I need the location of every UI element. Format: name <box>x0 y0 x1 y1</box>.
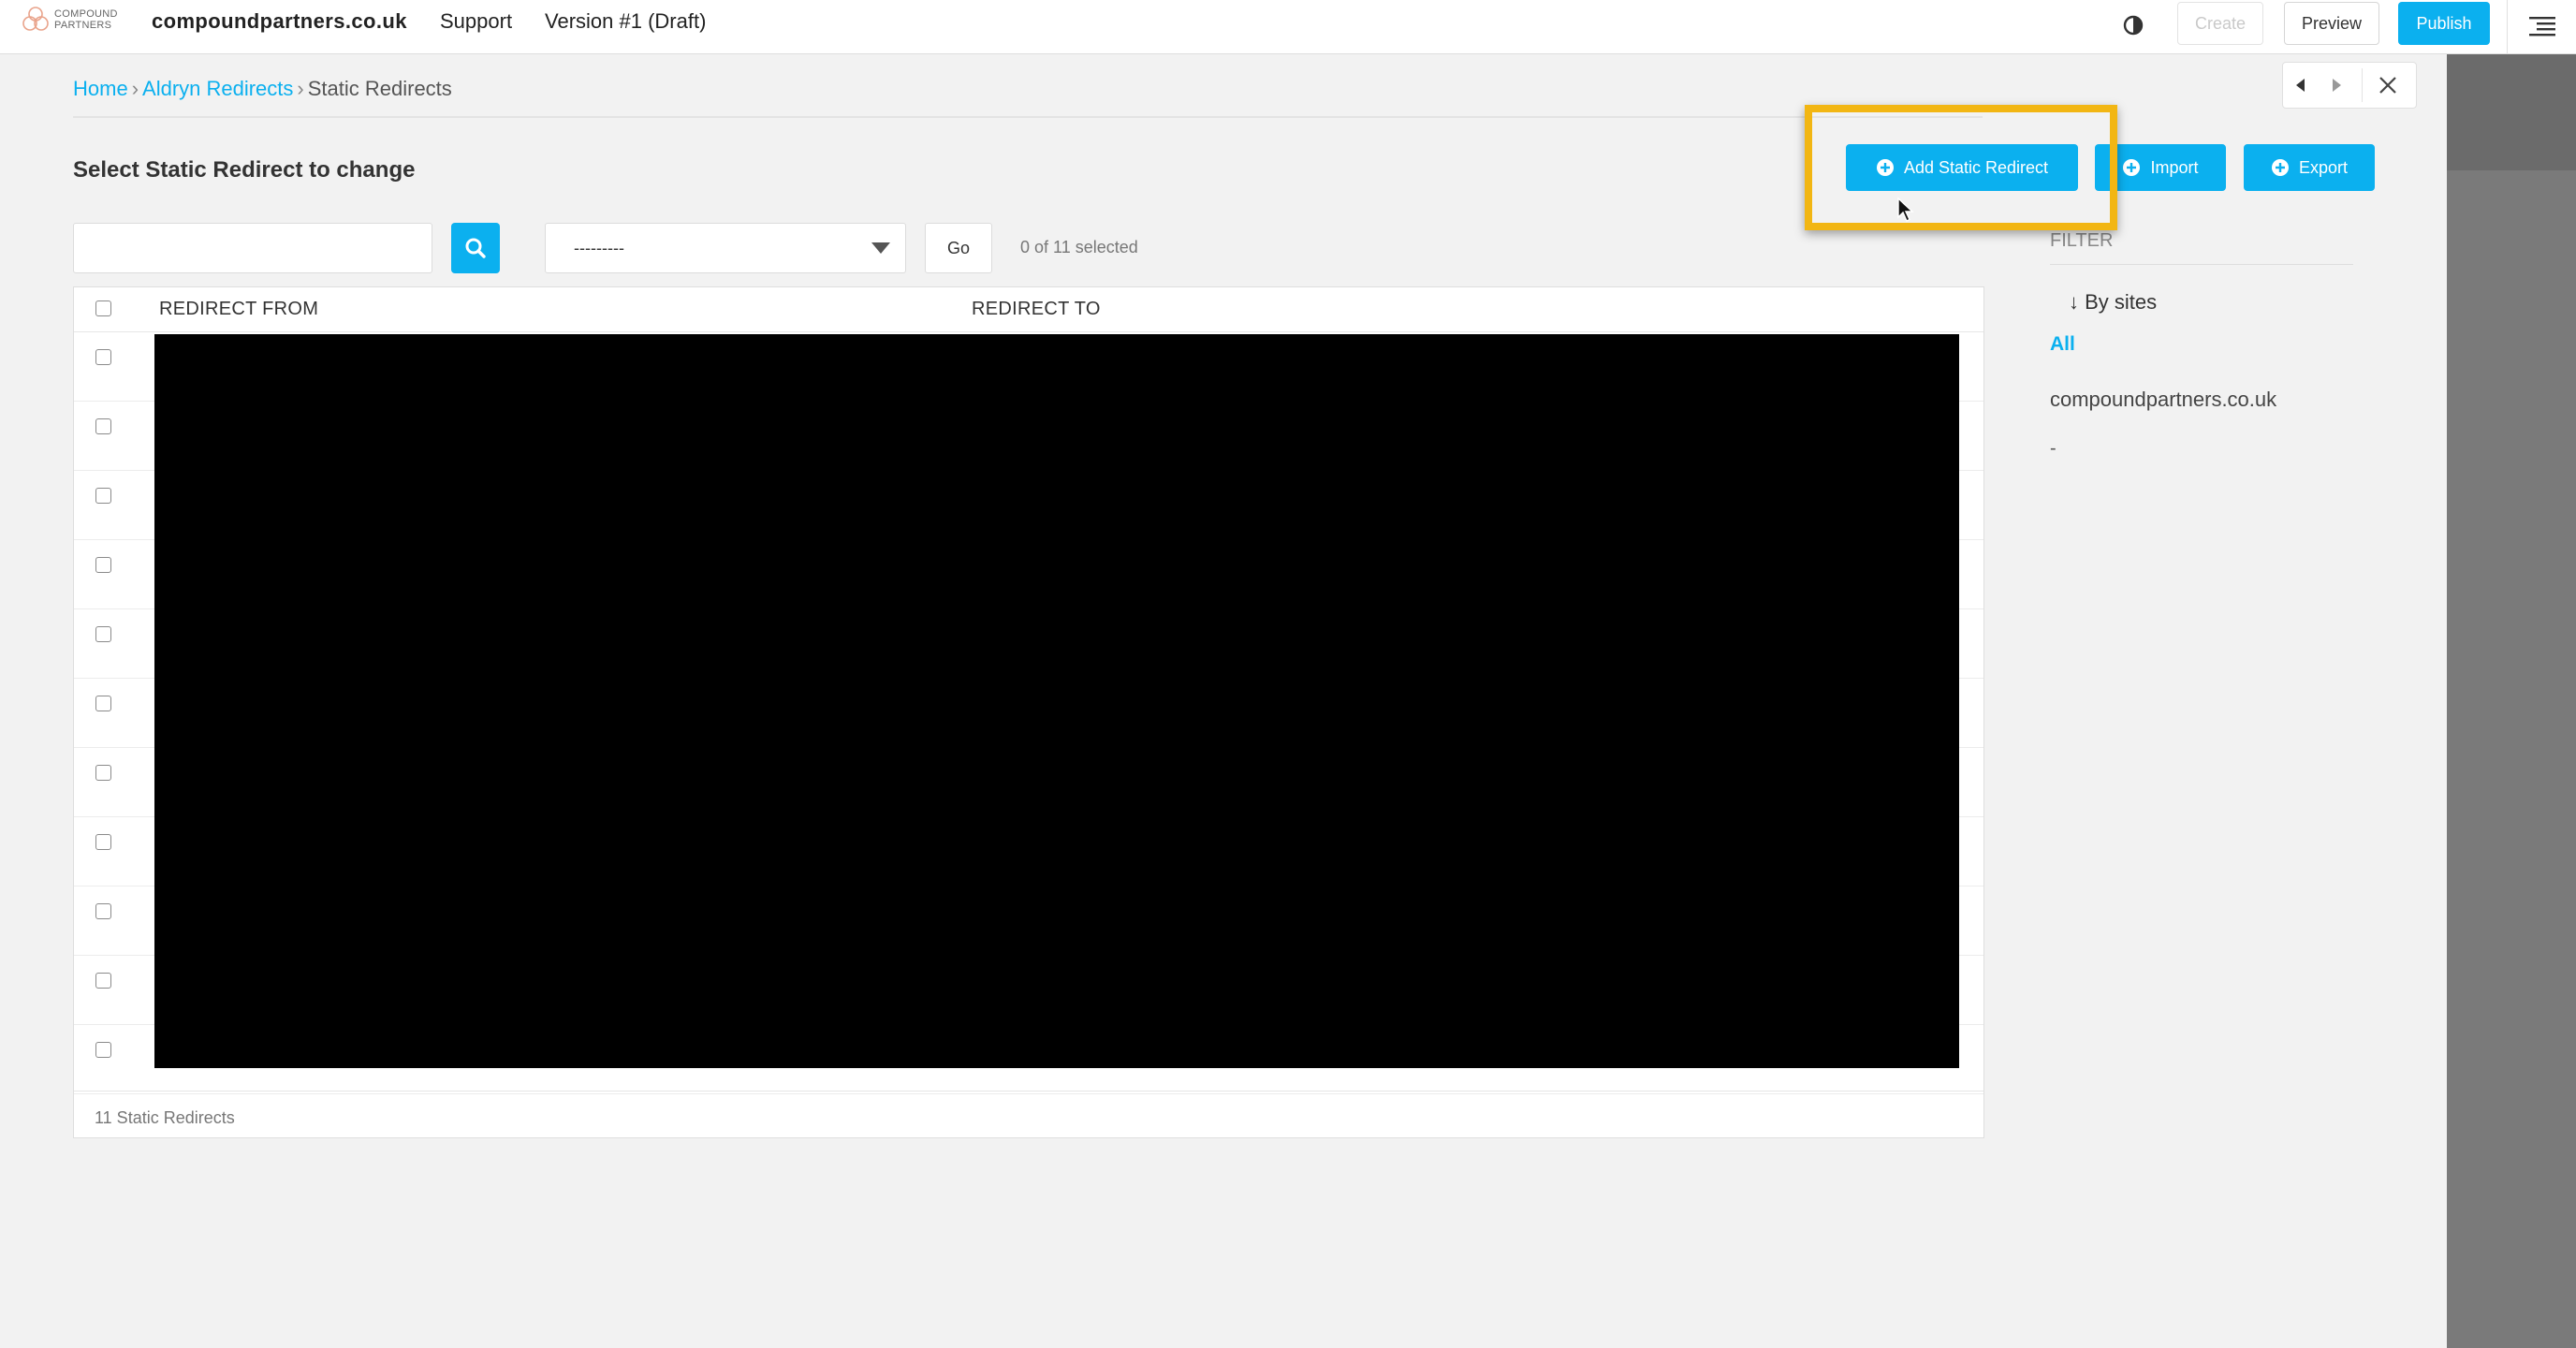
sideframe-overlay <box>2447 54 2576 1348</box>
row-checkbox[interactable] <box>95 349 111 365</box>
site-logo[interactable]: COMPOUND PARTNERS <box>21 4 122 36</box>
filter-option-site[interactable]: compoundpartners.co.uk <box>2050 388 2276 412</box>
result-count: 11 Static Redirects <box>95 1108 235 1127</box>
breadcrumb: Home › Aldryn Redirects › Static Redirects <box>73 77 452 101</box>
action-select[interactable]: --------- <box>545 223 906 273</box>
arrow-left-icon[interactable] <box>2283 63 2319 108</box>
filter-option-all[interactable]: All <box>2050 333 2075 356</box>
row-checkbox[interactable] <box>95 626 111 642</box>
logo-rings-icon <box>22 7 49 31</box>
panel-controls-divider <box>2362 68 2363 102</box>
page-title: Select Static Redirect to change <box>73 157 416 183</box>
preview-button[interactable]: Preview <box>2284 2 2379 45</box>
plus-circle-icon <box>2123 159 2141 176</box>
table-header: REDIRECT FROM REDIRECT TO <box>74 287 1983 332</box>
filter-by-sites-heading: ↓ By sites <box>2069 290 2158 314</box>
action-select-value: --------- <box>574 238 624 257</box>
filter-option-none[interactable]: - <box>2050 438 2056 460</box>
add-static-redirect-label: Add Static Redirect <box>1903 157 2049 177</box>
breadcrumb-divider <box>73 116 1983 118</box>
close-icon[interactable] <box>2370 63 2406 108</box>
structure-menu-icon[interactable] <box>2527 11 2559 41</box>
row-checkbox[interactable] <box>95 973 111 989</box>
go-button[interactable]: Go <box>925 223 992 273</box>
redacted-content-block <box>154 334 1959 1068</box>
logo-line-2: PARTNERS <box>54 20 112 31</box>
mouse-cursor-icon <box>1897 197 1914 222</box>
column-header-redirect-to[interactable]: REDIRECT TO <box>972 299 1101 320</box>
search-icon <box>465 238 486 258</box>
row-checkbox[interactable] <box>95 557 111 573</box>
filter-title: FILTER <box>2050 230 2114 251</box>
logo-text: COMPOUND PARTNERS <box>54 8 118 31</box>
export-label: Export <box>2298 157 2349 177</box>
breadcrumb-current: Static Redirects <box>307 77 452 100</box>
publish-button[interactable]: Publish <box>2398 2 2490 45</box>
arrow-right-icon[interactable] <box>2319 63 2354 108</box>
cms-toolbar: COMPOUND PARTNERS compoundpartners.co.uk… <box>0 0 2576 54</box>
row-checkbox[interactable] <box>95 488 111 504</box>
toolbar-site-name[interactable]: compoundpartners.co.uk <box>152 9 407 34</box>
breadcrumb-home[interactable]: Home <box>73 77 128 100</box>
import-button[interactable]: Import <box>2095 144 2226 191</box>
logo-line-1: COMPOUND <box>54 8 118 20</box>
sideframe-overlay-top <box>2447 54 2576 170</box>
import-label: Import <box>2150 157 2199 177</box>
breadcrumb-separator: › <box>131 77 139 100</box>
add-static-redirect-button[interactable]: Add Static Redirect <box>1846 144 2078 191</box>
row-checkbox[interactable] <box>95 1042 111 1058</box>
chevron-down-icon <box>871 242 890 254</box>
column-header-redirect-from[interactable]: REDIRECT FROM <box>159 299 318 320</box>
toolbar-version-link[interactable]: Version #1 (Draft) <box>545 9 706 34</box>
row-checkbox[interactable] <box>95 418 111 434</box>
panel-controls <box>2282 62 2417 109</box>
row-checkbox[interactable] <box>95 696 111 711</box>
export-button[interactable]: Export <box>2244 144 2375 191</box>
plus-circle-icon <box>2271 159 2289 176</box>
toolbar-support-link[interactable]: Support <box>440 9 512 34</box>
row-checkbox[interactable] <box>95 765 111 781</box>
breadcrumb-separator: › <box>297 77 304 100</box>
select-all-checkbox[interactable] <box>95 300 111 316</box>
filter-divider <box>2050 264 2353 265</box>
row-checkbox[interactable] <box>95 834 111 850</box>
table-footer: 11 Static Redirects <box>74 1091 1983 1137</box>
toolbar-divider <box>2507 0 2508 54</box>
plus-circle-icon <box>1876 159 1894 176</box>
contrast-icon[interactable] <box>2120 12 2146 38</box>
selection-counter: 0 of 11 selected <box>1020 238 1138 256</box>
search-input[interactable] <box>73 223 432 273</box>
create-button[interactable]: Create <box>2177 2 2263 45</box>
breadcrumb-app[interactable]: Aldryn Redirects <box>142 77 293 100</box>
results-table: REDIRECT FROM REDIRECT TO 11 Static Redi… <box>73 286 1984 1138</box>
search-button[interactable] <box>451 223 500 273</box>
row-checkbox[interactable] <box>95 903 111 919</box>
